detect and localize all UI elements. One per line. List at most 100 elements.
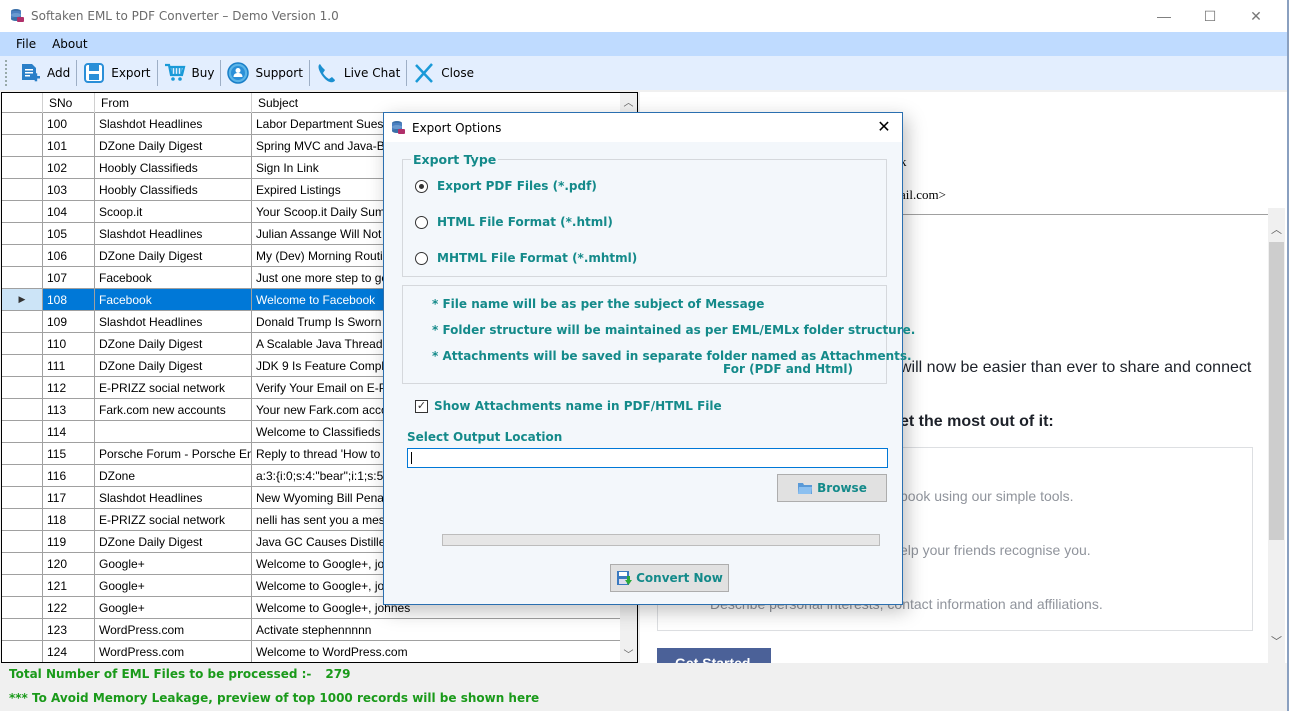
row-selector[interactable]	[2, 575, 43, 596]
floppy-disk-icon	[84, 63, 105, 83]
row-selector[interactable]	[2, 597, 43, 618]
total-files-label: Total Number of EML Files to be processe…	[9, 667, 312, 681]
row-selector[interactable]	[2, 179, 43, 200]
dialog-title: Export Options	[412, 120, 502, 135]
preview-email-fragment: ail.com>	[900, 187, 946, 202]
sno-cell: 106	[43, 245, 95, 266]
row-selector[interactable]	[2, 223, 43, 244]
preview-tip: book using our simple tools.	[900, 488, 1074, 504]
close-button[interactable]: Close	[407, 59, 480, 87]
scroll-down-icon[interactable]: ﹀	[1268, 632, 1285, 649]
column-header-subject[interactable]: Subject	[252, 93, 622, 113]
show-attachments-option[interactable]: ✓ Show Attachments name in PDF/HTML File	[415, 399, 722, 413]
column-header-sno[interactable]: SNo	[43, 93, 95, 113]
from-cell: WordPress.com	[95, 619, 252, 640]
scrollbar-thumb[interactable]	[1269, 242, 1284, 540]
sno-cell: 124	[43, 641, 95, 662]
export-options-dialog: Export Options ✕ Export Type Export PDF …	[383, 112, 915, 605]
row-selector[interactable]	[2, 157, 43, 178]
show-attachments-checkbox[interactable]: ✓	[415, 399, 428, 413]
radio-label: HTML File Format (*.html)	[437, 215, 613, 229]
buy-button[interactable]: Buy	[158, 59, 221, 87]
row-selector[interactable]	[2, 201, 43, 222]
add-label: Add	[47, 66, 71, 80]
row-selector[interactable]	[2, 113, 43, 134]
preview-body-text: will now be easier than ever to share an…	[900, 359, 1252, 376]
row-selector[interactable]	[2, 377, 43, 398]
save-download-icon	[617, 571, 633, 585]
radio-export-mhtml[interactable]: MHTML File Format (*.mhtml)	[415, 251, 637, 265]
menu-bar: File About	[0, 32, 1287, 56]
preview-tip: elp your friends recognise you.	[900, 542, 1091, 558]
from-cell: Slashdot Headlines	[95, 113, 252, 134]
table-row[interactable]: 124 WordPress.com Welcome to WordPress.com	[2, 641, 622, 662]
add-button[interactable]: Add	[13, 59, 76, 87]
live-chat-button[interactable]: Live Chat	[310, 59, 406, 87]
row-selector[interactable]	[2, 465, 43, 486]
from-cell: Fark.com new accounts	[95, 399, 252, 420]
sno-cell: 111	[43, 355, 95, 376]
folder-icon	[798, 483, 813, 494]
column-header-from[interactable]: From	[95, 93, 252, 113]
export-button[interactable]: Export	[77, 59, 156, 87]
row-selector[interactable]	[2, 421, 43, 442]
close-x-icon	[415, 63, 434, 83]
from-cell: E-PRIZZ social network	[95, 509, 252, 530]
from-cell: DZone	[95, 465, 252, 486]
convert-now-button[interactable]: Convert Now	[610, 564, 729, 592]
row-selector[interactable]	[2, 487, 43, 508]
support-button[interactable]: Support	[221, 59, 308, 87]
output-location-input[interactable]	[407, 448, 888, 468]
column-header-row-selector[interactable]	[2, 93, 43, 113]
close-icon: ✕	[877, 119, 891, 136]
row-selector[interactable]	[2, 553, 43, 574]
toolbar-grip[interactable]	[5, 60, 8, 86]
window-close-button[interactable]: ✕	[1233, 0, 1279, 32]
dialog-close-button[interactable]: ✕	[874, 117, 894, 137]
minimize-button[interactable]: —	[1141, 0, 1187, 32]
table-row[interactable]: 123 WordPress.com Activate stephennnnn	[2, 619, 622, 641]
row-selector[interactable]: ▶	[2, 289, 43, 310]
radio-label: Export PDF Files (*.pdf)	[437, 179, 597, 193]
radio-export-html[interactable]: HTML File Format (*.html)	[415, 215, 613, 229]
row-selector[interactable]	[2, 619, 43, 640]
scroll-up-icon[interactable]: ︿	[1268, 220, 1285, 237]
sno-cell: 107	[43, 267, 95, 288]
cart-icon	[164, 63, 185, 81]
from-cell: DZone Daily Digest	[95, 135, 252, 156]
row-selector[interactable]	[2, 333, 43, 354]
sno-cell: 109	[43, 311, 95, 332]
radio-button[interactable]	[415, 179, 428, 193]
menu-about[interactable]: About	[44, 37, 95, 51]
row-selector[interactable]	[2, 135, 43, 156]
row-selector[interactable]	[2, 443, 43, 464]
row-selector[interactable]	[2, 509, 43, 530]
browse-button[interactable]: Browse	[777, 474, 887, 502]
menu-file[interactable]: File	[8, 37, 44, 51]
maximize-button[interactable]: ☐	[1187, 0, 1233, 32]
note-line: * File name will be as per the subject o…	[432, 297, 765, 311]
row-selector[interactable]	[2, 531, 43, 552]
from-cell: E-PRIZZ social network	[95, 377, 252, 398]
row-selector[interactable]	[2, 641, 43, 662]
preview-vertical-scrollbar[interactable]: ︿ ﹀	[1268, 208, 1285, 663]
radio-button[interactable]	[415, 215, 428, 229]
row-selector[interactable]	[2, 311, 43, 332]
notes-box: * File name will be as per the subject o…	[402, 285, 915, 384]
scroll-up-icon[interactable]: ︿	[620, 93, 637, 110]
row-selector[interactable]	[2, 267, 43, 288]
from-cell: Facebook	[95, 289, 252, 310]
maximize-icon: ☐	[1203, 7, 1217, 24]
scroll-down-icon[interactable]: ﹀	[620, 645, 637, 662]
buy-label: Buy	[191, 66, 215, 80]
row-selector[interactable]	[2, 355, 43, 376]
row-selector[interactable]	[2, 399, 43, 420]
radio-button[interactable]	[415, 251, 428, 265]
radio-label: MHTML File Format (*.mhtml)	[437, 251, 638, 265]
dialog-title-bar: Export Options ✕	[384, 113, 902, 142]
get-started-button[interactable]: Get Started	[657, 648, 771, 663]
sno-cell: 103	[43, 179, 95, 200]
row-selector[interactable]	[2, 245, 43, 266]
sno-cell: 122	[43, 597, 95, 618]
radio-export-pdf[interactable]: Export PDF Files (*.pdf)	[415, 179, 597, 193]
